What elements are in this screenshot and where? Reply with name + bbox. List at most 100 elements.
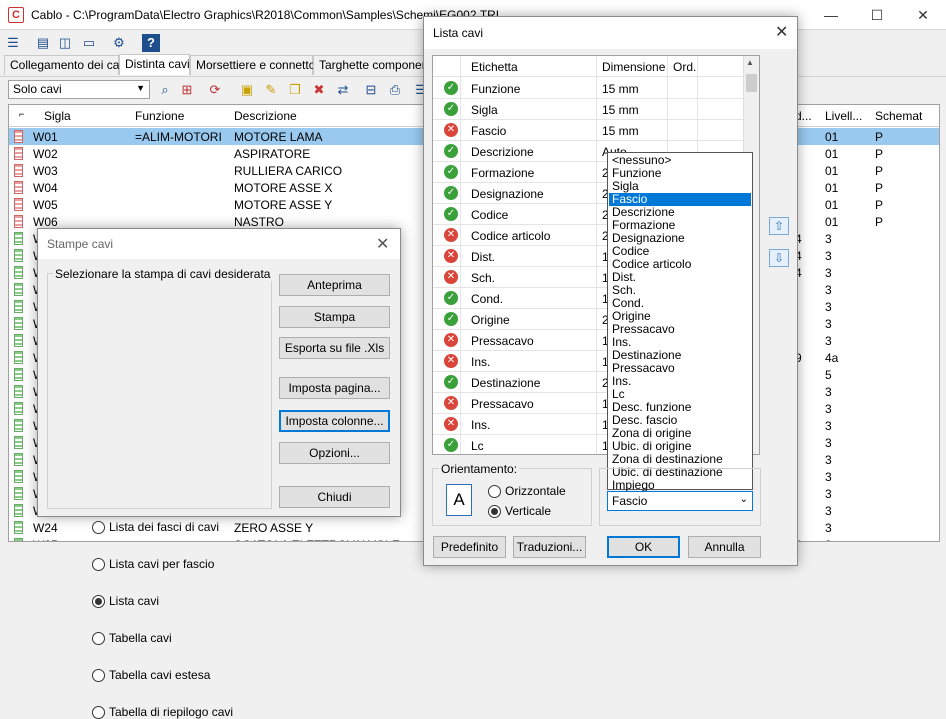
cable-icon bbox=[14, 198, 23, 211]
cross-icon[interactable]: ✕ bbox=[444, 396, 458, 410]
move-up-icon[interactable]: ⇧ bbox=[769, 217, 789, 235]
swap-icon[interactable]: ⇄ bbox=[334, 81, 352, 99]
cross-icon[interactable]: ✕ bbox=[444, 228, 458, 242]
close-window-button[interactable]: ✕ bbox=[900, 0, 946, 30]
search-icon[interactable]: ⌕ bbox=[156, 81, 174, 99]
filter-icon[interactable]: ⊞ bbox=[178, 81, 196, 99]
cell-etichetta: Fascio bbox=[471, 124, 507, 138]
cable-icon bbox=[14, 521, 23, 534]
list-item[interactable]: ✓ Sigla 15 mm bbox=[433, 99, 743, 120]
scroll-up-icon[interactable]: ▲ bbox=[746, 58, 754, 67]
predefinito-button[interactable]: Predefinito bbox=[433, 536, 506, 558]
cable-icon bbox=[14, 317, 23, 330]
stampe-option-label[interactable]: Lista cavi bbox=[109, 594, 159, 608]
stampa-button[interactable]: Stampa bbox=[279, 306, 390, 328]
imposta-pagina-button[interactable]: Imposta pagina... bbox=[279, 377, 390, 399]
col-funzione[interactable]: Funzione bbox=[135, 109, 184, 123]
cell-descrizione: NASTRO bbox=[234, 215, 285, 229]
scroll-thumb[interactable] bbox=[746, 74, 757, 92]
stampe-radio-5[interactable] bbox=[92, 706, 105, 719]
cable-icon bbox=[14, 130, 23, 143]
check-icon[interactable]: ✓ bbox=[444, 207, 458, 221]
stampe-radio-2[interactable] bbox=[92, 595, 105, 608]
col-descrizione[interactable]: Descrizione bbox=[234, 109, 297, 123]
check-icon[interactable]: ✓ bbox=[444, 102, 458, 116]
cable-icon bbox=[14, 487, 23, 500]
help-icon[interactable]: ? bbox=[142, 34, 160, 52]
check-icon[interactable]: ✓ bbox=[444, 375, 458, 389]
stampe-radio-1[interactable] bbox=[92, 558, 105, 571]
move-down-icon[interactable]: ⇩ bbox=[769, 249, 789, 267]
cell-livello: 01 bbox=[825, 130, 839, 144]
list-item[interactable]: ✓ Funzione 15 mm bbox=[433, 78, 743, 99]
stampe-radio-0[interactable] bbox=[92, 521, 105, 534]
stampe-radio-3[interactable] bbox=[92, 632, 105, 645]
column-select-dropdown[interactable]: <nessuno> Funzione Sigla Fascio Descrizione F… bbox=[607, 152, 753, 492]
cross-icon[interactable]: ✕ bbox=[444, 270, 458, 284]
settings-icon[interactable]: ⚙ bbox=[110, 34, 128, 52]
annulla-button[interactable]: Annulla bbox=[688, 536, 761, 558]
orient-radio-1[interactable] bbox=[488, 505, 501, 518]
check-icon[interactable]: ✓ bbox=[444, 81, 458, 95]
check-icon[interactable]: ✓ bbox=[444, 144, 458, 158]
tab-morsettiere[interactable]: Morsettiere e connettori bbox=[190, 55, 322, 75]
cross-icon[interactable]: ✕ bbox=[444, 333, 458, 347]
menu-icon[interactable]: ☰ bbox=[4, 34, 22, 52]
stampe-option-label[interactable]: Tabella di riepilogo cavi bbox=[109, 705, 233, 719]
sort-icon[interactable]: ⌐ bbox=[19, 109, 24, 119]
imposta-colonne-button[interactable]: Imposta colonne... bbox=[279, 410, 390, 432]
dropdown-option[interactable]: Ins. bbox=[609, 375, 751, 388]
check-icon[interactable]: ✓ bbox=[444, 165, 458, 179]
check-icon[interactable]: ✓ bbox=[444, 312, 458, 326]
ok-button[interactable]: OK bbox=[607, 536, 680, 558]
chiudi-button[interactable]: Chiudi bbox=[279, 486, 390, 508]
orient-option-label[interactable]: Orizzontale bbox=[505, 484, 566, 498]
stampe-option-label[interactable]: Tabella cavi bbox=[109, 631, 172, 645]
col-sigla[interactable]: Sigla bbox=[44, 109, 71, 123]
cross-icon[interactable]: ✕ bbox=[444, 123, 458, 137]
cross-icon[interactable]: ✕ bbox=[444, 354, 458, 368]
col-schema[interactable]: Schemat bbox=[875, 109, 922, 123]
app-logo-icon: C bbox=[8, 7, 24, 23]
opzioni-button[interactable]: Opzioni... bbox=[279, 442, 390, 464]
traduzioni-button[interactable]: Traduzioni... bbox=[513, 536, 586, 558]
cross-icon[interactable]: ✕ bbox=[444, 417, 458, 431]
cross-icon[interactable]: ✕ bbox=[444, 249, 458, 263]
refresh-icon[interactable]: ⟳ bbox=[206, 81, 224, 99]
esporta-xls-button[interactable]: Esporta su file .Xls bbox=[279, 337, 390, 359]
check-icon[interactable]: ✓ bbox=[444, 438, 458, 452]
list-item[interactable]: ✕ Fascio 15 mm bbox=[433, 120, 743, 141]
col-livello[interactable]: Livell... bbox=[825, 109, 862, 123]
table-icon[interactable]: ⊟ bbox=[362, 81, 380, 99]
filter-combo[interactable]: Solo cavi ▼ bbox=[8, 80, 150, 99]
stampe-option-label[interactable]: Lista dei fasci di cavi bbox=[109, 520, 219, 534]
orient-radio-0[interactable] bbox=[488, 485, 501, 498]
edit-icon[interactable]: ✎ bbox=[262, 81, 280, 99]
lista-close-icon[interactable]: ✕ bbox=[775, 22, 788, 42]
anteprima-button[interactable]: Anteprima bbox=[279, 274, 390, 296]
print-icon[interactable]: ⎙ bbox=[386, 81, 404, 99]
layout-window-icon[interactable]: ▭ bbox=[80, 34, 98, 52]
layout-columns-icon[interactable]: ◫ bbox=[56, 34, 74, 52]
stampe-close-icon[interactable]: ✕ bbox=[376, 234, 389, 254]
check-icon[interactable]: ✓ bbox=[444, 186, 458, 200]
column-select-combo[interactable]: Fascio ⌄ bbox=[607, 491, 753, 511]
delete-icon[interactable]: ✖ bbox=[310, 81, 328, 99]
filter-combo-value: Solo cavi bbox=[13, 82, 62, 96]
tab-targhette[interactable]: Targhette componenti bbox=[313, 55, 434, 75]
layout-rows-icon[interactable]: ▤ bbox=[34, 34, 52, 52]
cell-etichetta: Pressacavo bbox=[471, 334, 534, 348]
maximize-button[interactable]: ☐ bbox=[854, 0, 900, 30]
stampe-option-label[interactable]: Tabella cavi estesa bbox=[109, 668, 210, 682]
tab-collegamento[interactable]: Collegamento dei cavi bbox=[4, 55, 128, 75]
stampe-radio-4[interactable] bbox=[92, 669, 105, 682]
tab-distinta[interactable]: Distinta cavi bbox=[119, 54, 190, 75]
minimize-button[interactable]: — bbox=[808, 0, 854, 30]
folder-icon[interactable]: ▣ bbox=[238, 81, 256, 99]
check-icon[interactable]: ✓ bbox=[444, 291, 458, 305]
cell-livello: 3 bbox=[825, 249, 832, 263]
copy-icon[interactable]: ❐ bbox=[286, 81, 304, 99]
cable-icon bbox=[14, 402, 23, 415]
orient-option-label[interactable]: Verticale bbox=[505, 504, 551, 518]
stampe-option-label[interactable]: Lista cavi per fascio bbox=[109, 557, 214, 571]
